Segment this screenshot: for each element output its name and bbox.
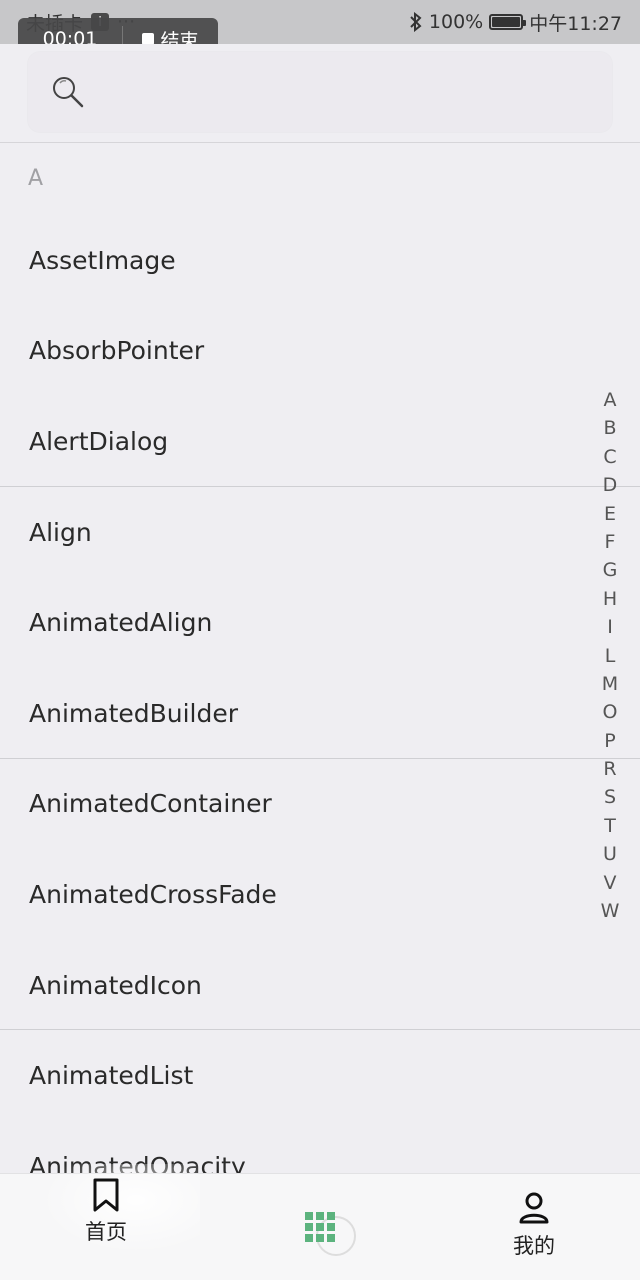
search-icon: [53, 77, 84, 108]
index-letter-s[interactable]: S: [604, 783, 616, 811]
list-item[interactable]: AbsorbPointer: [0, 306, 640, 397]
index-letter-v[interactable]: V: [604, 869, 617, 897]
app-root: 未插卡 i ··· 100% 中午11:27 00:01 结束: [0, 0, 640, 1280]
bottom-navigation: 首页 我的: [0, 1164, 640, 1280]
list-item[interactable]: AnimatedList: [0, 1030, 640, 1121]
alphabet-index[interactable]: A B C D E F G H I L M O P R S T U V W: [598, 386, 622, 925]
list-item[interactable]: AnimatedBuilder: [0, 668, 640, 759]
index-letter-h[interactable]: H: [603, 585, 617, 613]
index-letter-o[interactable]: O: [603, 698, 618, 726]
index-letter-c[interactable]: C: [603, 443, 616, 471]
battery-icon: [489, 14, 527, 30]
index-letter-p[interactable]: P: [604, 727, 615, 755]
index-letter-r[interactable]: R: [603, 755, 616, 783]
clock: 中午11:27: [529, 12, 622, 35]
grid-icon[interactable]: [305, 1212, 335, 1242]
bluetooth-icon: [410, 12, 422, 32]
person-icon: [519, 1192, 549, 1224]
index-letter-w[interactable]: W: [601, 897, 620, 925]
index-letter-f[interactable]: F: [605, 528, 616, 556]
list-item[interactable]: AnimatedOpacity: [0, 1121, 640, 1173]
list-item[interactable]: AnimatedContainer: [0, 759, 640, 850]
search-area: [0, 44, 640, 142]
nav-home-label: 首页: [85, 1220, 127, 1244]
index-letter-e[interactable]: E: [604, 500, 616, 528]
list-item[interactable]: AnimatedCrossFade: [0, 849, 640, 940]
nav-mine-label: 我的: [513, 1234, 555, 1258]
index-letter-u[interactable]: U: [603, 840, 617, 868]
battery-percent: 100%: [428, 11, 484, 33]
section-header-a: A: [28, 166, 44, 191]
search-input[interactable]: [28, 52, 612, 132]
bookmark-icon: [93, 1178, 119, 1212]
list-item[interactable]: AnimatedAlign: [0, 577, 640, 668]
nav-home-tab[interactable]: 首页: [70, 1174, 142, 1280]
index-letter-a[interactable]: A: [604, 386, 617, 414]
list-item[interactable]: AnimatedIcon: [0, 940, 640, 1031]
index-letter-b[interactable]: B: [603, 414, 616, 442]
index-letter-l[interactable]: L: [605, 642, 616, 670]
nav-mine-tab[interactable]: 我的: [498, 1174, 570, 1280]
widget-list[interactable]: A AssetImage AbsorbPointer AlertDialog A…: [0, 143, 640, 1173]
list-item[interactable]: AlertDialog: [0, 396, 640, 487]
index-letter-t[interactable]: T: [604, 812, 616, 840]
index-letter-g[interactable]: G: [603, 556, 618, 584]
index-letter-i[interactable]: I: [607, 613, 613, 641]
index-letter-d[interactable]: D: [603, 471, 618, 499]
index-letter-m[interactable]: M: [602, 670, 618, 698]
status-right: 100% 中午11:27: [409, 9, 622, 36]
list-item[interactable]: Align: [0, 487, 640, 578]
list-item[interactable]: AssetImage: [0, 215, 640, 306]
